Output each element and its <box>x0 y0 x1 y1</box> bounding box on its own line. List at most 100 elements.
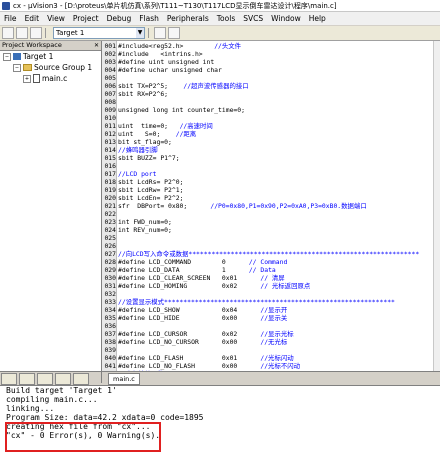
code-text: uint S=0; //距离 <box>118 130 197 138</box>
code-line[interactable]: 013 bit st_flag=0; <box>102 138 440 146</box>
code-line[interactable]: 015 sbit BUZZ= P1^7; <box>102 154 440 162</box>
code-text: sbit RX=P2^6; <box>118 90 169 98</box>
tree-item-label: Source Group 1 <box>34 63 93 72</box>
code-line[interactable]: 034 #define LCD_SHOW 0x04 //显示开 <box>102 306 440 314</box>
line-number: 028 <box>104 258 116 266</box>
code-text: #define LCD_HIDE 0x00 //显示关 <box>118 314 288 322</box>
line-number: 006 <box>104 82 116 90</box>
code-line[interactable]: 041 #define LCD_NO_FLASH 0x00 //光标不闪动 <box>102 362 440 370</box>
code-line[interactable]: 022 <box>102 210 440 218</box>
code-text: #define LCD_CURSOR 0x02 //显示光标 <box>118 330 294 338</box>
code-line[interactable]: 019 sbit LcdRw= P2^1; <box>102 186 440 194</box>
code-line[interactable]: 029 #define LCD_DATA 1 // Data <box>102 266 440 274</box>
tab-books[interactable] <box>37 373 53 385</box>
tab-regs[interactable] <box>19 373 35 385</box>
menu-project[interactable]: Project <box>69 14 103 23</box>
menu-edit[interactable]: Edit <box>21 14 44 23</box>
target-select[interactable]: Target 1 ▼ <box>53 27 145 39</box>
rebuild-icon[interactable] <box>30 27 42 39</box>
line-number: 022 <box>104 210 116 218</box>
code-line[interactable]: 024 int REV_num=0; <box>102 226 440 234</box>
expand-icon[interactable]: + <box>23 74 31 83</box>
code-line[interactable]: 030 #define LCD_CLEAR_SCREEN 0x01 // 清屏 <box>102 274 440 282</box>
code-line[interactable]: 018 sbit LcdRs= P2^0; <box>102 178 440 186</box>
code-line[interactable]: 026 <box>102 242 440 250</box>
editor-scrollbar[interactable] <box>433 41 440 371</box>
collapse-icon[interactable]: − <box>13 63 21 72</box>
code-line[interactable]: 012 uint S=0; //距离 <box>102 130 440 138</box>
line-number: 016 <box>104 162 116 170</box>
code-line[interactable]: 003 #define uint unsigned int <box>102 58 440 66</box>
code-line[interactable]: 027//向LCD写入命令或数据************************… <box>102 250 440 258</box>
file-icon <box>33 74 40 83</box>
code-line[interactable]: 010 <box>102 114 440 122</box>
menu-flash[interactable]: Flash <box>135 14 163 23</box>
code-line[interactable]: 037 #define LCD_CURSOR 0x02 //显示光标 <box>102 330 440 338</box>
tree-item-main-c[interactable]: + main.c <box>0 73 101 84</box>
menu-debug[interactable]: Debug <box>103 14 136 23</box>
code-line[interactable]: 023 int FWD_num=0; <box>102 218 440 226</box>
menu-tools[interactable]: Tools <box>213 14 239 23</box>
code-line[interactable]: 031 #define LCD_HOMING 0x02 // 光标返回原点 <box>102 282 440 290</box>
line-number: 037 <box>104 330 116 338</box>
folder-icon <box>23 64 32 71</box>
line-number: 009 <box>104 106 116 114</box>
chevron-down-icon[interactable]: ▼ <box>136 28 144 38</box>
code-line[interactable]: 005 <box>102 74 440 82</box>
code-line[interactable]: 039 <box>102 346 440 354</box>
code-line[interactable]: 040 #define LCD_FLASH 0x01 //光标闪动 <box>102 354 440 362</box>
target-options-icon[interactable] <box>154 27 166 39</box>
tree-item-source-group[interactable]: − Source Group 1 <box>0 62 101 73</box>
tab-functions[interactable] <box>55 373 71 385</box>
tab-main-c[interactable]: main.c <box>108 373 140 385</box>
menu-window[interactable]: Window <box>267 14 305 23</box>
code-line[interactable]: 016 <box>102 162 440 170</box>
menu-peripherals[interactable]: Peripherals <box>163 14 213 23</box>
code-line[interactable]: 021 sfr DBPort= 0x80; //P0=0x80,P1=0x90,P… <box>102 202 440 210</box>
line-number: 008 <box>104 98 116 106</box>
collapse-icon[interactable]: − <box>3 52 11 61</box>
line-number: 034 <box>104 306 116 314</box>
code-line[interactable]: 011 uint time=0; //高速时间 <box>102 122 440 130</box>
line-number: 041 <box>104 362 116 370</box>
tab-files[interactable] <box>1 373 17 385</box>
code-line[interactable]: 001 #include<reg52.h> //头文件 <box>102 42 440 50</box>
close-icon[interactable]: ✕ <box>94 41 99 50</box>
code-line[interactable]: 036 <box>102 322 440 330</box>
code-text: #define uint unsigned int <box>118 58 215 66</box>
code-line[interactable]: 032 <box>102 290 440 298</box>
code-line[interactable]: 007 sbit RX=P2^6; <box>102 90 440 98</box>
tab-templates[interactable] <box>73 373 89 385</box>
code-line[interactable]: 017//LCD port <box>102 170 440 178</box>
toolbar-separator <box>45 28 46 38</box>
menu-help[interactable]: Help <box>305 14 330 23</box>
code-line[interactable]: 028 #define LCD_COMMAND 0 // Command <box>102 258 440 266</box>
code-line[interactable]: 025 <box>102 234 440 242</box>
project-manage-icon[interactable] <box>168 27 180 39</box>
code-line[interactable]: 006 sbit TX=P2^5; //超声波传感器的接口 <box>102 82 440 90</box>
code-editor[interactable]: 001 #include<reg52.h> //头文件 002 #include <i… <box>102 41 440 371</box>
workspace-header: Project Workspace ✕ <box>0 41 101 51</box>
code-line[interactable]: 035 #define LCD_HIDE 0x00 //显示关 <box>102 314 440 322</box>
tree-item-target[interactable]: − Target 1 <box>0 51 101 62</box>
line-number: 033 <box>104 298 116 306</box>
code-line[interactable]: 002 #include <intrins.h> <box>102 50 440 58</box>
toolbar: Target 1 ▼ <box>0 26 440 41</box>
build-icon[interactable] <box>16 27 28 39</box>
line-number: 010 <box>104 114 116 122</box>
menu-view[interactable]: View <box>43 14 69 23</box>
code-text: #define LCD_FLASH 0x01 //光标闪动 <box>118 354 294 362</box>
code-line[interactable]: 009 unsigned long int counter_time=0; <box>102 106 440 114</box>
project-workspace: Project Workspace ✕ − Target 1 − Source … <box>0 41 102 383</box>
code-line[interactable]: 014//蜂鸣器引脚 <box>102 146 440 154</box>
code-line[interactable]: 033//设置显示模式*****************************… <box>102 298 440 306</box>
line-number: 019 <box>104 186 116 194</box>
menu-svcs[interactable]: SVCS <box>239 14 267 23</box>
code-line[interactable]: 020 sbit LcdEn= P2^2; <box>102 194 440 202</box>
code-line[interactable]: 004 #define uchar unsigned char <box>102 66 440 74</box>
code-text: #include<reg52.h> //头文件 <box>118 42 242 50</box>
menu-file[interactable]: File <box>0 14 21 23</box>
code-line[interactable]: 008 <box>102 98 440 106</box>
compile-icon[interactable] <box>2 27 14 39</box>
code-line[interactable]: 038 #define LCD_NO_CURSOR 0x00 //无光标 <box>102 338 440 346</box>
